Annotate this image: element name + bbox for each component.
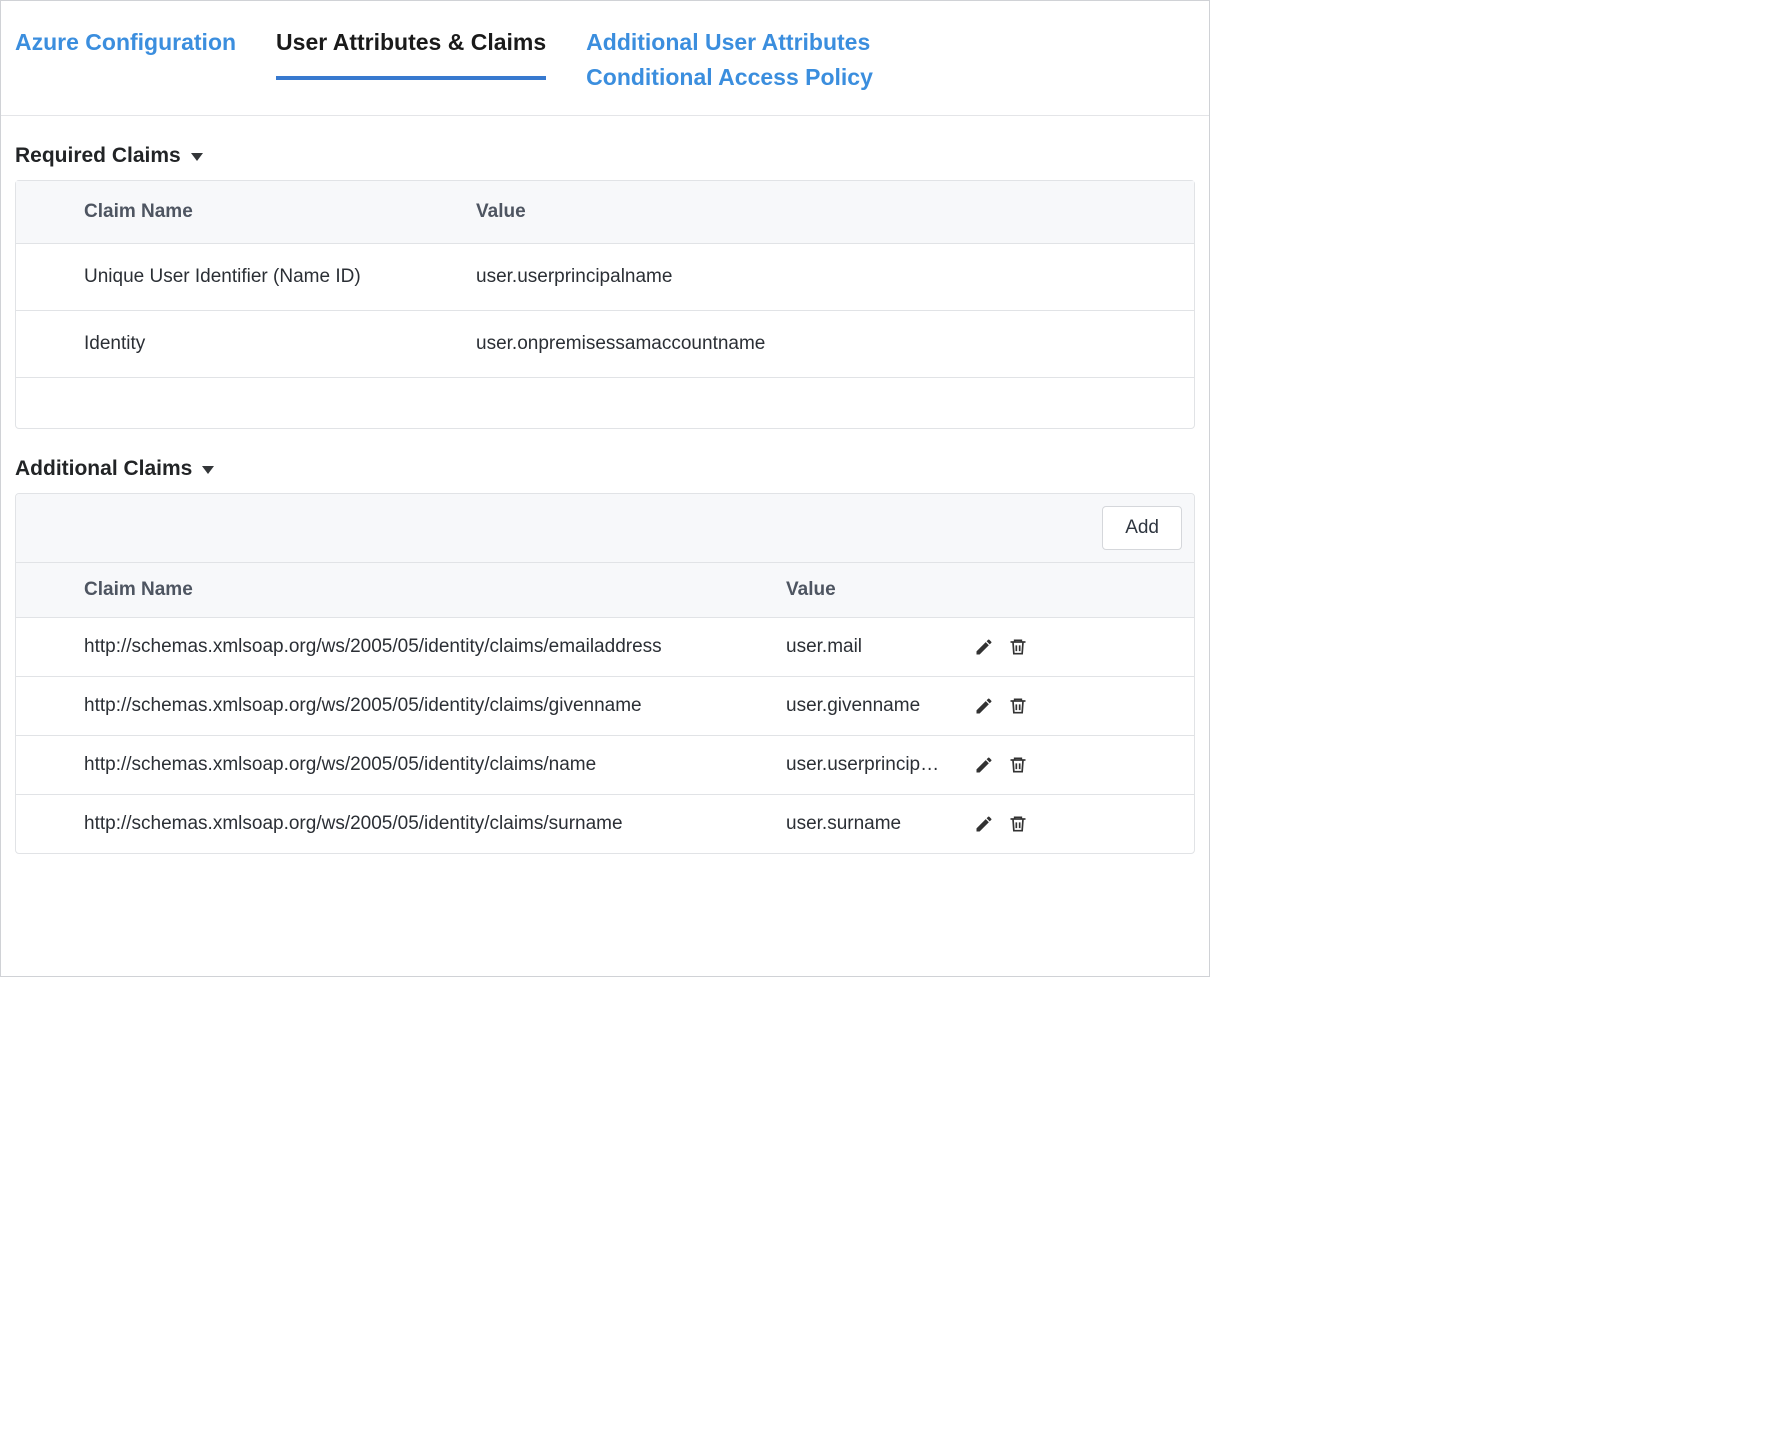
required-cell-name: Identity <box>16 333 476 355</box>
required-header-name: Claim Name <box>16 201 476 223</box>
required-cell-value: user.onpremisessamaccountname <box>476 333 1194 355</box>
caret-down-icon <box>191 153 203 161</box>
section-header-required[interactable]: Required Claims <box>15 144 1209 168</box>
delete-icon[interactable] <box>1008 696 1028 716</box>
additional-cell-value: user.surname <box>786 813 946 835</box>
additional-cell-name: http://schemas.xmlsoap.org/ws/2005/05/id… <box>16 636 786 658</box>
edit-icon[interactable] <box>974 755 994 775</box>
tab-additional-user-attributes[interactable]: Additional User Attributes <box>586 29 873 64</box>
table-row[interactable]: http://schemas.xmlsoap.org/ws/2005/05/id… <box>16 618 1194 677</box>
required-cell-value: user.userprincipalname <box>476 266 1194 288</box>
edit-icon[interactable] <box>974 814 994 834</box>
additional-claims-header-row: Claim Name Value <box>16 562 1194 618</box>
add-button[interactable]: Add <box>1102 506 1182 550</box>
additional-cell-name: http://schemas.xmlsoap.org/ws/2005/05/id… <box>16 754 786 776</box>
additional-cell-value: user.mail <box>786 636 946 658</box>
section-title-required: Required Claims <box>15 144 181 168</box>
table-row[interactable]: http://schemas.xmlsoap.org/ws/2005/05/id… <box>16 677 1194 736</box>
row-actions <box>946 814 1194 834</box>
tab-extra-column: Additional User Attributes Conditional A… <box>586 29 873 115</box>
row-actions <box>946 696 1194 716</box>
section-header-additional[interactable]: Additional Claims <box>15 457 1209 481</box>
edit-icon[interactable] <box>974 637 994 657</box>
additional-cell-value: user.userprincipalname <box>786 754 946 776</box>
additional-claims-toolbar: Add <box>16 494 1194 562</box>
required-claims-panel: Claim Name Value Unique User Identifier … <box>15 180 1195 429</box>
additional-cell-name: http://schemas.xmlsoap.org/ws/2005/05/id… <box>16 813 786 835</box>
row-actions <box>946 755 1194 775</box>
tab-azure-configuration[interactable]: Azure Configuration <box>15 29 236 80</box>
delete-icon[interactable] <box>1008 755 1028 775</box>
page-frame: Azure Configuration User Attributes & Cl… <box>0 0 1210 977</box>
table-row[interactable]: Unique User Identifier (Name ID) user.us… <box>16 244 1194 311</box>
table-row[interactable]: http://schemas.xmlsoap.org/ws/2005/05/id… <box>16 795 1194 853</box>
tab-user-attributes-claims[interactable]: User Attributes & Claims <box>276 29 546 80</box>
caret-down-icon <box>202 466 214 474</box>
panel-spacer <box>16 378 1194 428</box>
additional-header-value: Value <box>786 579 946 601</box>
edit-icon[interactable] <box>974 696 994 716</box>
table-row[interactable]: http://schemas.xmlsoap.org/ws/2005/05/id… <box>16 736 1194 795</box>
required-claims-header-row: Claim Name Value <box>16 181 1194 244</box>
additional-header-name: Claim Name <box>16 579 786 601</box>
required-header-value: Value <box>476 201 1194 223</box>
additional-cell-value: user.givenname <box>786 695 946 717</box>
tab-conditional-access-policy[interactable]: Conditional Access Policy <box>586 64 873 115</box>
required-cell-name: Unique User Identifier (Name ID) <box>16 266 476 288</box>
delete-icon[interactable] <box>1008 814 1028 834</box>
tab-bar: Azure Configuration User Attributes & Cl… <box>1 1 1209 116</box>
row-actions <box>946 637 1194 657</box>
section-title-additional: Additional Claims <box>15 457 192 481</box>
table-row[interactable]: Identity user.onpremisessamaccountname <box>16 311 1194 378</box>
delete-icon[interactable] <box>1008 637 1028 657</box>
additional-claims-panel: Add Claim Name Value http://schemas.xmls… <box>15 493 1195 854</box>
additional-cell-name: http://schemas.xmlsoap.org/ws/2005/05/id… <box>16 695 786 717</box>
additional-header-actions <box>946 579 1194 601</box>
